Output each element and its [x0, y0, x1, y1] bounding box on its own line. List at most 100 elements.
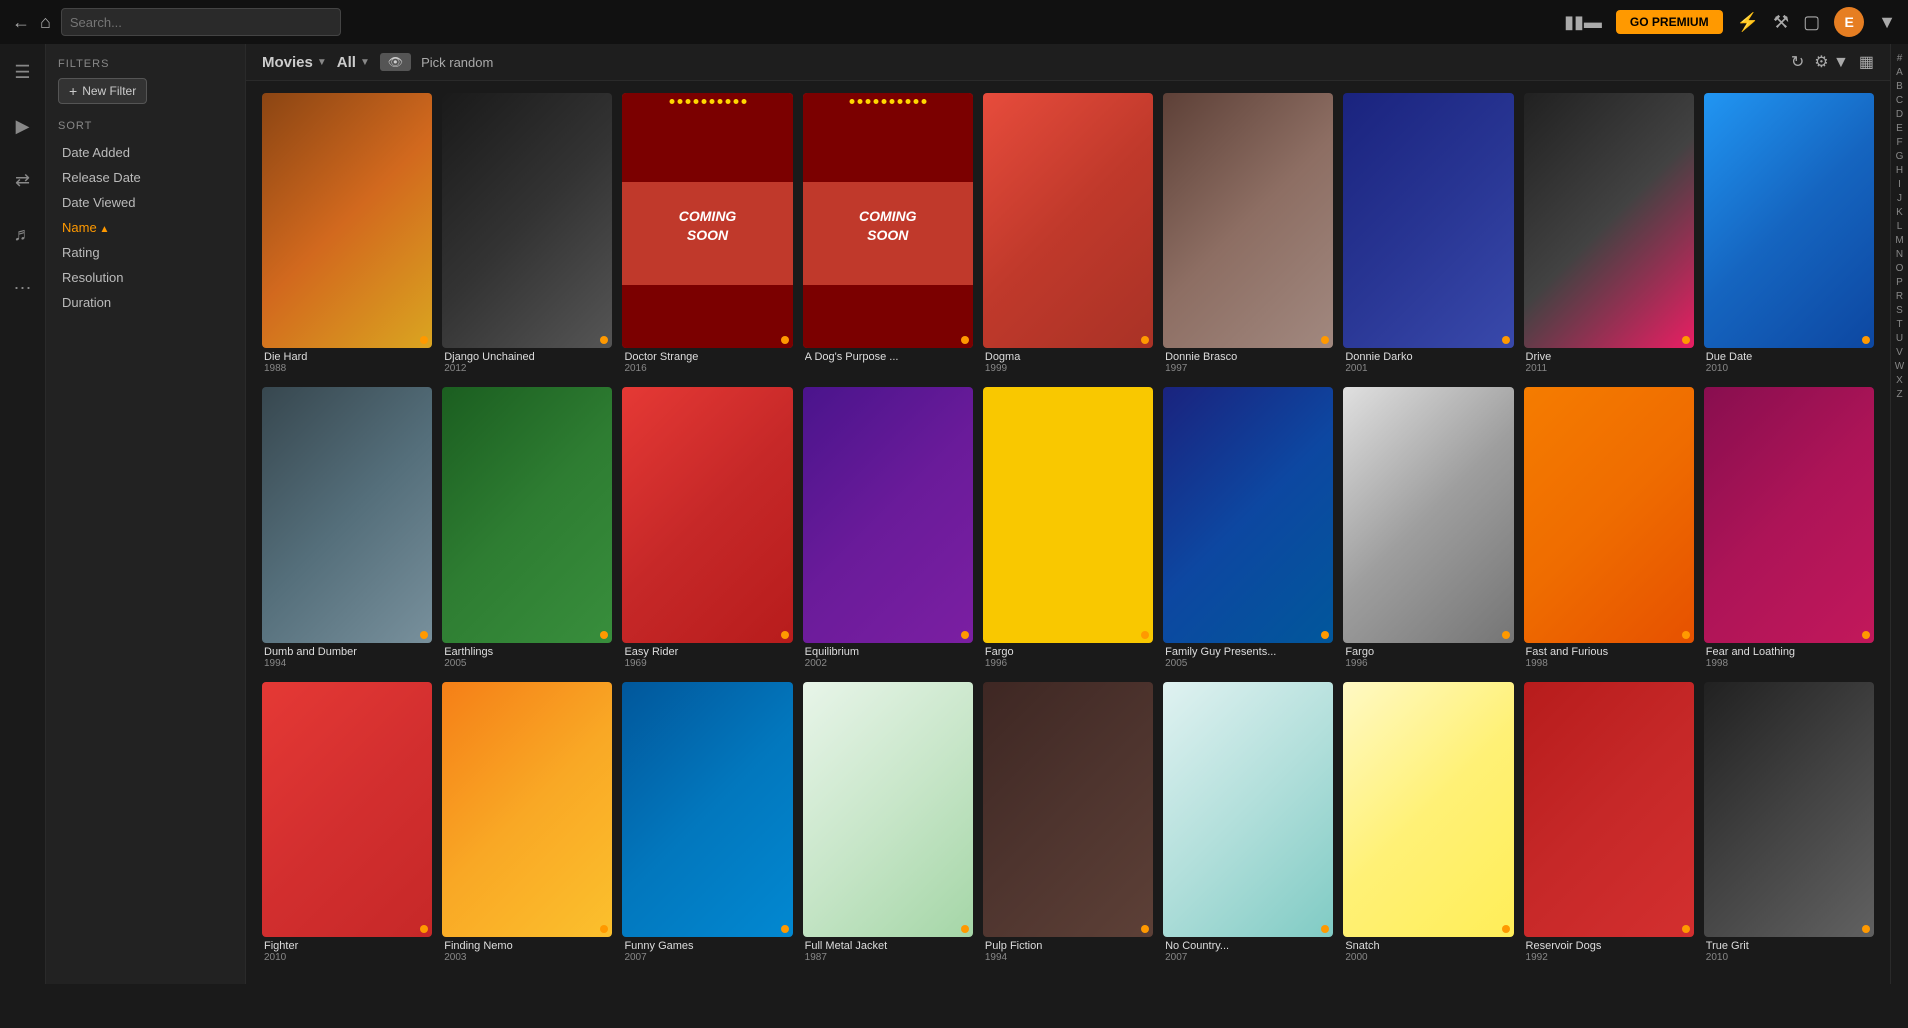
notification-icon[interactable]: ⚡: [1737, 12, 1759, 33]
movie-poster: [1524, 682, 1694, 937]
all-dropdown[interactable]: All ▼: [337, 54, 370, 71]
cast-icon[interactable]: ▢: [1803, 12, 1820, 33]
movie-card[interactable]: COMINGSOON Doctor Strange 2016: [622, 93, 792, 377]
movies-dropdown[interactable]: Movies ▼: [262, 54, 327, 71]
alpha-letter-u[interactable]: U: [1896, 332, 1903, 345]
all-dropdown-arrow: ▼: [360, 57, 370, 68]
sort-item-release-date[interactable]: Release Date: [58, 165, 233, 190]
movie-year: 2005: [1165, 658, 1331, 669]
account-dropdown-icon[interactable]: ▼: [1878, 12, 1896, 33]
movie-card[interactable]: Equilibrium 2002: [803, 387, 973, 671]
movie-card[interactable]: Snatch 2000: [1343, 682, 1513, 966]
alpha-letter-c[interactable]: C: [1896, 94, 1903, 107]
movie-title: Donnie Darko: [1345, 351, 1511, 363]
movie-card[interactable]: Due Date 2010: [1704, 93, 1874, 377]
movie-poster: [262, 387, 432, 642]
nav-more-icon[interactable]: ⋯: [5, 270, 41, 306]
alpha-letter-r[interactable]: R: [1896, 290, 1903, 303]
movie-card[interactable]: Donnie Darko 2001: [1343, 93, 1513, 377]
alpha-letter-x[interactable]: X: [1896, 374, 1903, 387]
pick-random-button[interactable]: Pick random: [421, 55, 493, 70]
alpha-letter-w[interactable]: W: [1895, 360, 1904, 373]
search-input[interactable]: [61, 8, 341, 36]
movie-card[interactable]: Pulp Fiction 1994: [983, 682, 1153, 966]
alpha-letter-n[interactable]: N: [1896, 248, 1903, 261]
premium-button[interactable]: GO PREMIUM: [1616, 10, 1723, 34]
movie-card[interactable]: Fast and Furious 1998: [1524, 387, 1694, 671]
movie-year: 2011: [1526, 363, 1692, 374]
movie-poster: [262, 93, 432, 348]
display-settings-icon[interactable]: ⚙ ▼: [1814, 52, 1849, 72]
movies-grid-wrapper: Die Hard 1988 Django Unchained 2012 COMI…: [246, 81, 1890, 984]
refresh-icon[interactable]: ↻: [1791, 52, 1804, 72]
nav-play-icon[interactable]: ▶: [5, 108, 41, 144]
alpha-letter-a[interactable]: A: [1896, 66, 1903, 79]
nav-playlist-icon[interactable]: ♬: [5, 216, 41, 252]
nav-shuffle-icon[interactable]: ⇄: [5, 162, 41, 198]
movie-card[interactable]: Drive 2011: [1524, 93, 1694, 377]
movie-card[interactable]: True Grit 2010: [1704, 682, 1874, 966]
filter-tag[interactable]: 👁: [380, 53, 411, 71]
alpha-letter-e[interactable]: E: [1896, 122, 1903, 135]
sort-item-date-added[interactable]: Date Added: [58, 140, 233, 165]
sort-item-duration[interactable]: Duration: [58, 290, 233, 315]
stats-icon[interactable]: ▮▮▬: [1564, 12, 1602, 33]
movie-card[interactable]: Full Metal Jacket 1987: [803, 682, 973, 966]
movie-card[interactable]: Finding Nemo 2003: [442, 682, 612, 966]
movie-card[interactable]: Fighter 2010: [262, 682, 432, 966]
home-button[interactable]: ⌂: [40, 12, 51, 33]
sort-item-rating[interactable]: Rating: [58, 240, 233, 265]
movie-card[interactable]: Easy Rider 1969: [622, 387, 792, 671]
alpha-letter-#[interactable]: #: [1897, 52, 1903, 65]
movie-card[interactable]: Funny Games 2007: [622, 682, 792, 966]
nav-menu-icon[interactable]: ☰: [5, 54, 41, 90]
movie-card[interactable]: Django Unchained 2012: [442, 93, 612, 377]
movie-poster: [1343, 387, 1513, 642]
movie-poster: [983, 682, 1153, 937]
movie-card[interactable]: No Country... 2007: [1163, 682, 1333, 966]
alpha-letter-p[interactable]: P: [1896, 276, 1903, 289]
movie-card[interactable]: Dogma 1999: [983, 93, 1153, 377]
alpha-letter-o[interactable]: O: [1896, 262, 1904, 275]
alpha-letter-g[interactable]: G: [1896, 150, 1904, 163]
sort-item-date-viewed[interactable]: Date Viewed: [58, 190, 233, 215]
movie-card[interactable]: Fargo 1996: [1343, 387, 1513, 671]
alpha-letter-s[interactable]: S: [1896, 304, 1903, 317]
new-filter-button[interactable]: New Filter: [58, 78, 147, 104]
movie-poster: [1524, 93, 1694, 348]
alpha-letter-t[interactable]: T: [1896, 318, 1902, 331]
alpha-letter-m[interactable]: M: [1895, 234, 1903, 247]
grid-view-icon[interactable]: ▦: [1859, 52, 1874, 72]
alpha-letter-v[interactable]: V: [1896, 346, 1903, 359]
sort-item-resolution[interactable]: Resolution: [58, 265, 233, 290]
settings-icon[interactable]: ⚒: [1773, 12, 1789, 33]
alpha-letter-k[interactable]: K: [1896, 206, 1903, 219]
movie-year: 1996: [985, 658, 1151, 669]
movie-card[interactable]: COMINGSOON A Dog's Purpose ...: [803, 93, 973, 377]
alpha-letter-l[interactable]: L: [1897, 220, 1903, 233]
alpha-letter-i[interactable]: I: [1898, 178, 1901, 191]
toolbar-right: ↻ ⚙ ▼ ▦: [1791, 52, 1874, 72]
movie-card[interactable]: Die Hard 1988: [262, 93, 432, 377]
movie-card[interactable]: Earthlings 2005: [442, 387, 612, 671]
movie-card[interactable]: Family Guy Presents... 2005: [1163, 387, 1333, 671]
movie-card[interactable]: Fear and Loathing 1998: [1704, 387, 1874, 671]
movie-title: Reservoir Dogs: [1526, 940, 1692, 952]
movie-poster: [1343, 93, 1513, 348]
main-layout: ☰ ▶ ⇄ ♬ ⋯ FILTERS New Filter SORT Date A…: [0, 44, 1908, 984]
back-button[interactable]: ←: [12, 12, 30, 33]
alpha-letter-h[interactable]: H: [1896, 164, 1903, 177]
movies-label: Movies: [262, 54, 313, 71]
movie-card[interactable]: Donnie Brasco 1997: [1163, 93, 1333, 377]
movie-card[interactable]: Dumb and Dumber 1994: [262, 387, 432, 671]
alpha-letter-z[interactable]: Z: [1896, 388, 1902, 401]
movie-poster: [803, 387, 973, 642]
alpha-letter-b[interactable]: B: [1896, 80, 1903, 93]
alpha-letter-j[interactable]: J: [1897, 192, 1902, 205]
alpha-letter-f[interactable]: F: [1896, 136, 1902, 149]
sort-item-name[interactable]: Name: [58, 215, 233, 240]
alpha-letter-d[interactable]: D: [1896, 108, 1903, 121]
avatar[interactable]: E: [1834, 7, 1864, 37]
movie-card[interactable]: Reservoir Dogs 1992: [1524, 682, 1694, 966]
movie-card[interactable]: Fargo 1996: [983, 387, 1153, 671]
